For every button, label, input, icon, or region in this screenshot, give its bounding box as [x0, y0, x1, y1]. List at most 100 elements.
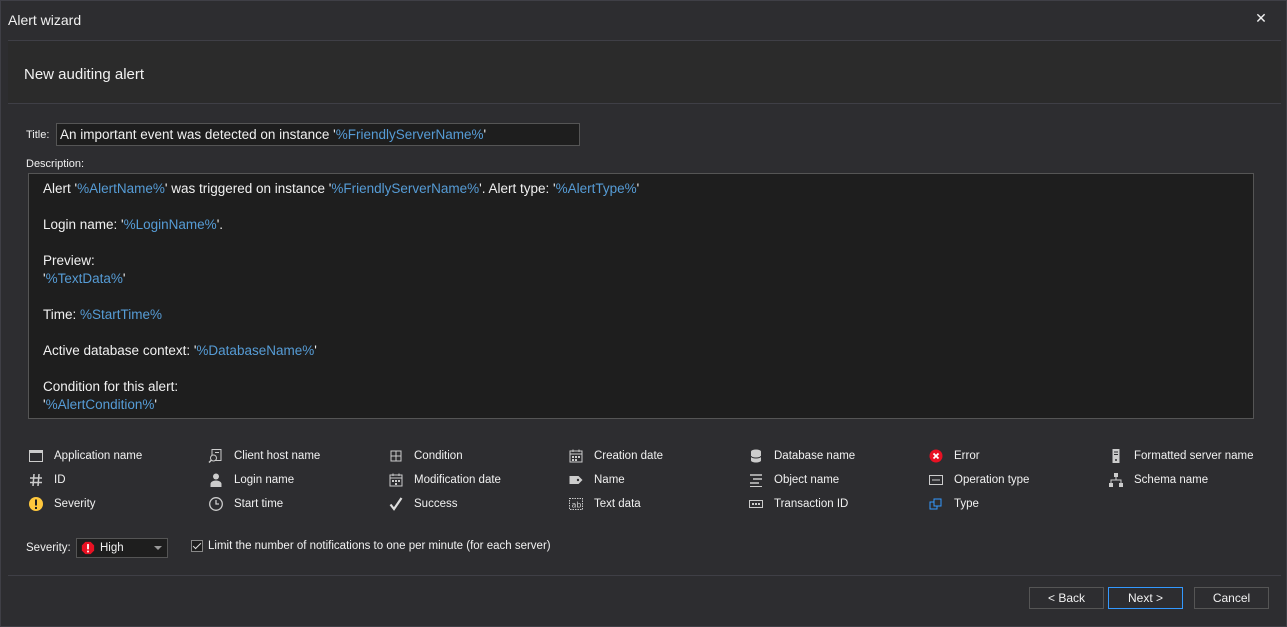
wizard-content: Title: An important event was detected o…: [8, 105, 1281, 575]
variable-object-name[interactable]: Object name: [748, 470, 839, 490]
type-icon: [928, 496, 944, 512]
variable-label: Login name: [234, 474, 295, 486]
variable-login-name[interactable]: Login name: [208, 470, 294, 490]
description-text: Login name: ': [43, 217, 124, 232]
description-line: [43, 288, 1239, 306]
description-text: ' was triggered on instance ': [164, 181, 332, 196]
variable-label: Success: [414, 498, 458, 510]
description-variable: %AlertCondition%: [45, 397, 155, 412]
window-icon: [28, 448, 44, 464]
variable-label: Application name: [54, 450, 143, 462]
severity-value: High: [100, 542, 124, 554]
title-text: An important event was detected on insta…: [60, 127, 336, 142]
description-text: ': [122, 271, 126, 286]
object-icon: [748, 472, 764, 488]
page-title: New auditing alert: [24, 66, 145, 83]
high-severity-icon: [81, 541, 95, 555]
cancel-label: Cancel: [1212, 591, 1251, 605]
variable-formatted-server-name[interactable]: Formatted server name: [1108, 446, 1254, 466]
variable-label: Modification date: [414, 474, 501, 486]
description-line: Active database context: '%DatabaseName%…: [43, 342, 1239, 360]
description-variable: %StartTime%: [80, 307, 163, 322]
variable-transaction-id[interactable]: Transaction ID: [748, 494, 848, 514]
variable-label: Condition: [414, 450, 463, 462]
error-icon: [928, 448, 944, 464]
description-text: ': [314, 343, 317, 358]
variable-creation-date[interactable]: Creation date: [568, 446, 663, 466]
wizard-header: New auditing alert: [8, 40, 1281, 104]
variable-application-name[interactable]: Application name: [28, 446, 142, 466]
description-line: '%TextData%': [43, 270, 1239, 288]
variable-label: Object name: [774, 474, 840, 486]
checkmark-icon: [388, 496, 404, 512]
title-input[interactable]: An important event was detected on insta…: [56, 123, 580, 146]
variable-schema-name[interactable]: Schema name: [1108, 470, 1208, 490]
next-label: Next >: [1127, 591, 1163, 605]
variable-text-data[interactable]: ab Text data: [568, 494, 641, 514]
variable-modification-date[interactable]: Modification date: [388, 470, 501, 490]
variable-label: Severity: [54, 498, 96, 510]
description-text: ': [636, 181, 640, 196]
variable-client-host-name[interactable]: Client host name: [208, 446, 320, 466]
description-line: Login name: '%LoginName%'.: [43, 216, 1239, 234]
description-variable: %LoginName%: [123, 217, 217, 232]
operation-icon: [928, 472, 944, 488]
variable-label: ID: [54, 474, 66, 486]
description-variable: %AlertName%: [77, 181, 165, 196]
title-variable: %FriendlyServerName%: [335, 127, 484, 142]
database-icon: [748, 448, 764, 464]
severity-label: Severity:: [26, 542, 71, 554]
description-line: [43, 360, 1239, 378]
variable-type[interactable]: Type: [928, 494, 979, 514]
description-line: Alert '%AlertName%' was triggered on ins…: [43, 180, 1239, 198]
description-line: [43, 324, 1239, 342]
variable-error[interactable]: Error: [928, 446, 980, 466]
title-bar: Alert wizard ✕: [1, 1, 1286, 39]
variable-label: Type: [954, 498, 979, 510]
schema-icon: [1108, 472, 1124, 488]
host-search-icon: [208, 448, 224, 464]
condition-icon: [388, 448, 404, 464]
variable-database-name[interactable]: Database name: [748, 446, 855, 466]
variable-name[interactable]: Name: [568, 470, 625, 490]
chevron-down-icon: [154, 546, 162, 550]
window-title: Alert wizard: [8, 12, 82, 28]
variables-grid: Application name Client host name Conditio…: [28, 446, 1268, 520]
variable-label: Operation type: [954, 474, 1030, 486]
variable-label: Database name: [774, 450, 856, 462]
server-icon: [1108, 448, 1124, 464]
tag-icon: [568, 472, 584, 488]
variable-severity[interactable]: Severity: [28, 494, 96, 514]
user-icon: [208, 472, 224, 488]
next-button[interactable]: Next >: [1108, 587, 1183, 609]
severity-dropdown[interactable]: High: [76, 538, 168, 558]
description-variable: %AlertType%: [555, 181, 637, 196]
description-line: [43, 234, 1239, 252]
description-textarea[interactable]: Alert '%AlertName%' was triggered on ins…: [28, 173, 1254, 419]
variable-start-time[interactable]: Start time: [208, 494, 283, 514]
back-label: < Back: [1047, 591, 1086, 605]
variable-success[interactable]: Success: [388, 494, 457, 514]
description-text: Active database context: ': [43, 343, 197, 358]
variable-operation-type[interactable]: Operation type: [928, 470, 1029, 490]
back-button[interactable]: < Back: [1029, 587, 1104, 609]
variable-id[interactable]: ID: [28, 470, 66, 490]
variable-label: Start time: [234, 498, 284, 510]
variable-condition[interactable]: Condition: [388, 446, 463, 466]
description-text: Condition for this alert:: [43, 379, 179, 394]
hash-icon: [28, 472, 44, 488]
limit-notifications-checkbox[interactable]: Limit the number of notifications to one…: [191, 540, 551, 552]
variable-label: Text data: [594, 498, 641, 510]
description-text: Alert ': [43, 181, 78, 196]
checkbox-box[interactable]: [191, 540, 203, 552]
warning-icon: [28, 496, 44, 512]
close-icon[interactable]: ✕: [1254, 11, 1268, 25]
calendar-icon: [568, 448, 584, 464]
wizard-footer: < Back Next > Cancel: [8, 575, 1281, 621]
description-line: Time: %StartTime%: [43, 306, 1239, 324]
description-line: '%AlertCondition%': [43, 396, 1239, 414]
cancel-button[interactable]: Cancel: [1194, 587, 1269, 609]
description-text: ': [154, 397, 157, 412]
title-label: Title:: [26, 129, 50, 141]
variable-label: Error: [954, 450, 980, 462]
